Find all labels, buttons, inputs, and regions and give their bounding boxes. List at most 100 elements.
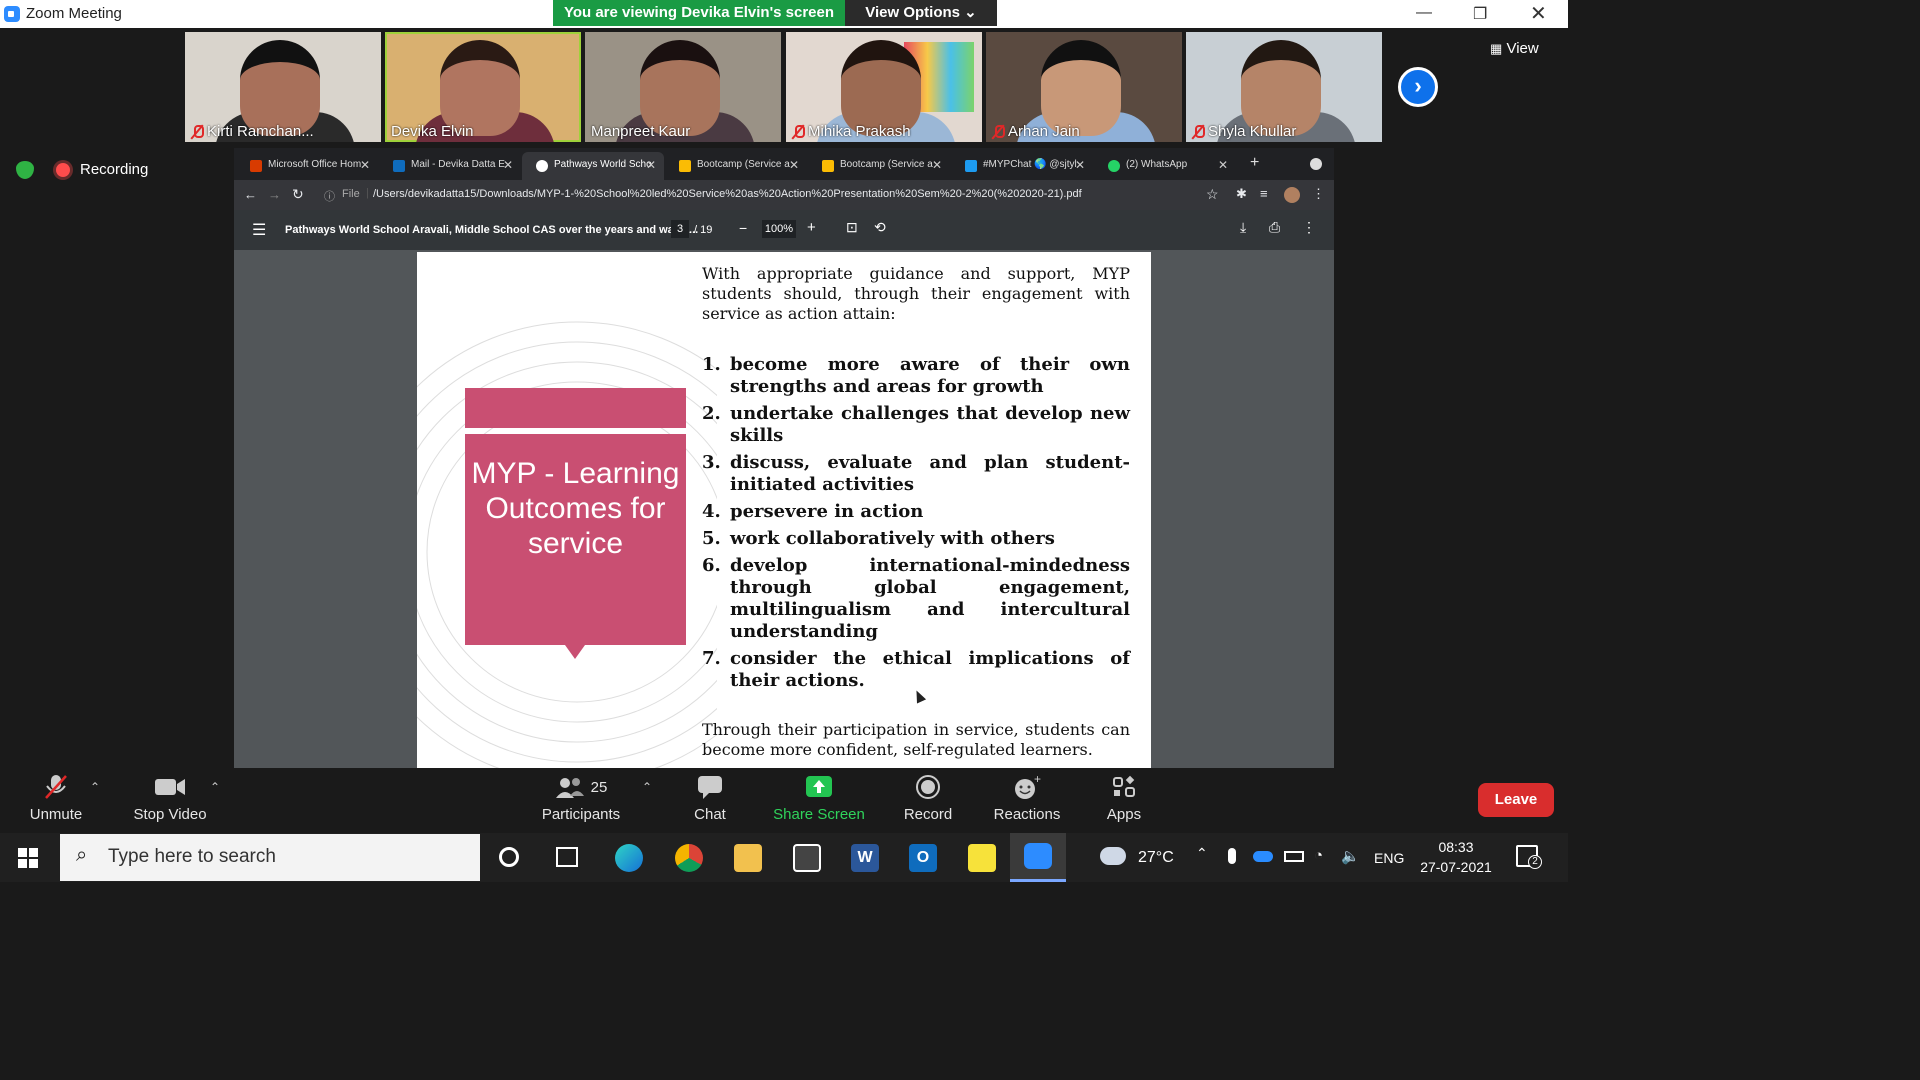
rotate-icon[interactable]: ⟲ — [874, 219, 886, 236]
encryption-shield-icon[interactable] — [16, 161, 34, 179]
participant-tile[interactable]: Manpreet Kaur — [585, 32, 781, 142]
pdf-page: MYP - Learning Outcomes for service With… — [417, 252, 1151, 768]
tab-close-icon[interactable]: ✕ — [503, 158, 513, 172]
globe-icon — [536, 160, 548, 172]
svg-text:+: + — [1034, 774, 1041, 786]
browser-tab[interactable]: Microsoft Office Hom ✕ — [236, 152, 378, 180]
taskbar-search-box[interactable]: ⌕ Type here to search — [60, 834, 480, 881]
forward-icon[interactable]: → — [268, 187, 281, 202]
chat-button[interactable]: Chat — [684, 774, 736, 823]
sticky-notes-icon[interactable] — [968, 844, 996, 872]
download-icon[interactable]: ⤓ — [1240, 219, 1246, 236]
onedrive-icon[interactable] — [1253, 851, 1273, 862]
tab-close-icon[interactable]: ✕ — [789, 158, 799, 172]
info-icon: ⓘ — [324, 191, 335, 203]
browser-tab[interactable]: #MYPChat 🌎 @sjtyl ✕ — [951, 152, 1093, 180]
file-explorer-icon[interactable] — [734, 844, 762, 872]
reload-icon[interactable]: ↻ — [292, 186, 304, 203]
reading-list-icon[interactable]: ≡ — [1260, 186, 1268, 201]
stop-video-button[interactable]: Stop Video — [128, 774, 212, 823]
participant-tile[interactable]: Kirti Ramchan... — [185, 32, 381, 142]
browser-menu-icon[interactable]: ⋮ — [1312, 186, 1325, 202]
share-screen-button[interactable]: Share Screen — [772, 774, 866, 823]
tab-close-icon[interactable]: ✕ — [360, 158, 370, 172]
microphone-in-use-icon[interactable] — [1228, 848, 1236, 864]
participants-icon — [555, 778, 584, 798]
office-icon — [250, 160, 262, 172]
participant-name: Arhan Jain — [1008, 123, 1080, 140]
task-view-icon[interactable] — [556, 847, 578, 867]
participant-tile[interactable]: Arhan Jain — [986, 32, 1182, 142]
apps-button[interactable]: Apps — [1098, 774, 1150, 823]
outlook-icon[interactable]: O — [909, 844, 937, 872]
participant-name: Devika Elvin — [391, 123, 474, 140]
zoom-logo-icon — [4, 6, 20, 22]
view-layout-button[interactable]: ▦ View — [1490, 40, 1539, 57]
zoom-in-icon[interactable]: + — [807, 219, 816, 236]
unmute-button[interactable]: Unmute — [22, 774, 90, 823]
windows-start-icon[interactable] — [18, 848, 38, 868]
restore-icon[interactable]: ❐ — [1473, 4, 1487, 24]
page-number-input[interactable]: 3 — [671, 220, 689, 238]
zoom-taskbar-button[interactable] — [1010, 833, 1066, 882]
edge-browser-icon[interactable] — [615, 844, 643, 872]
video-options-chevron-icon[interactable]: ⌃ — [210, 780, 220, 794]
next-participants-icon[interactable]: › — [1398, 67, 1438, 107]
bookmark-star-icon[interactable]: ☆ — [1206, 186, 1219, 203]
microsoft-store-icon[interactable] — [793, 844, 821, 872]
battery-icon[interactable] — [1284, 851, 1304, 862]
browser-tab[interactable]: Bootcamp (Service a ✕ — [665, 152, 807, 180]
tab-close-icon[interactable]: ✕ — [1075, 158, 1085, 172]
list-item: 5. work collaboratively with others — [702, 528, 1055, 549]
drive-icon — [822, 160, 834, 172]
url-field[interactable]: /Users/devikadatta15/Downloads/MYP-1-%20… — [373, 188, 1082, 200]
extensions-icon[interactable]: ✱ — [1236, 186, 1247, 202]
list-item: 6. develop international-mindedness throu… — [702, 555, 1130, 642]
minimize-icon[interactable]: — — [1416, 4, 1432, 22]
weather-temperature[interactable]: 27°C — [1138, 849, 1174, 867]
list-item: 7. consider the ethical implications of t… — [702, 648, 1130, 691]
show-hidden-icons-chevron-icon[interactable]: ⌃ — [1196, 845, 1208, 862]
profile-avatar[interactable] — [1284, 187, 1300, 203]
print-icon[interactable]: ⎙ — [1269, 219, 1280, 236]
record-button[interactable]: Record — [900, 774, 956, 823]
notifications-icon[interactable]: 2 — [1516, 845, 1542, 869]
participant-tile[interactable]: Shyla Khullar — [1186, 32, 1382, 142]
browser-tab[interactable]: Bootcamp (Service a ✕ — [808, 152, 950, 180]
participant-tile[interactable]: Mihika Prakash — [786, 32, 982, 142]
participant-tile-active-speaker[interactable]: Devika Elvin — [385, 32, 581, 142]
audio-options-chevron-icon[interactable]: ⌃ — [90, 780, 100, 794]
tab-close-icon[interactable]: ✕ — [1218, 158, 1228, 172]
hamburger-menu-icon[interactable]: ☰ — [252, 220, 266, 240]
participants-button[interactable]: 25 Participants — [538, 774, 624, 823]
participants-options-chevron-icon[interactable]: ⌃ — [642, 780, 652, 794]
word-icon[interactable]: W — [851, 844, 879, 872]
browser-tab[interactable]: (2) WhatsApp ✕ — [1094, 152, 1236, 180]
close-icon[interactable]: ✕ — [1530, 1, 1547, 26]
back-icon[interactable]: ← — [244, 187, 257, 202]
smiley-plus-icon: + — [1015, 774, 1041, 799]
chrome-icon[interactable] — [675, 844, 703, 872]
participant-name: Manpreet Kaur — [591, 123, 691, 140]
zoom-out-icon[interactable]: − — [739, 220, 747, 236]
wifi-icon[interactable]: ◔ — [1314, 847, 1323, 864]
input-language[interactable]: ENG — [1374, 850, 1404, 866]
reactions-button[interactable]: + Reactions — [988, 774, 1066, 823]
browser-tab-active[interactable]: Pathways World Scho ✕ — [522, 152, 664, 180]
new-tab-icon[interactable]: + — [1250, 154, 1259, 172]
drive-icon — [679, 160, 691, 172]
browser-tab[interactable]: Mail - Devika Datta E ✕ — [379, 152, 521, 180]
weather-cloud-icon[interactable] — [1100, 847, 1126, 865]
tab-close-icon[interactable]: ✕ — [932, 158, 942, 172]
tab-search-icon[interactable] — [1310, 158, 1322, 170]
recording-label[interactable]: Recording — [80, 161, 148, 178]
pdf-more-icon[interactable]: ⋮ — [1302, 219, 1316, 236]
cortana-icon[interactable] — [499, 847, 519, 867]
zoom-level-input[interactable]: 100% — [762, 220, 796, 238]
view-options-button[interactable]: View Options ⌄ — [845, 0, 997, 26]
clock[interactable]: 08:33 27-07-2021 — [1420, 839, 1492, 875]
speaker-volume-icon[interactable]: 🔈 — [1341, 847, 1360, 865]
leave-button[interactable]: Leave — [1478, 783, 1554, 817]
tab-close-icon[interactable]: ✕ — [646, 158, 656, 172]
fit-page-icon[interactable]: ⊡ — [846, 219, 858, 236]
